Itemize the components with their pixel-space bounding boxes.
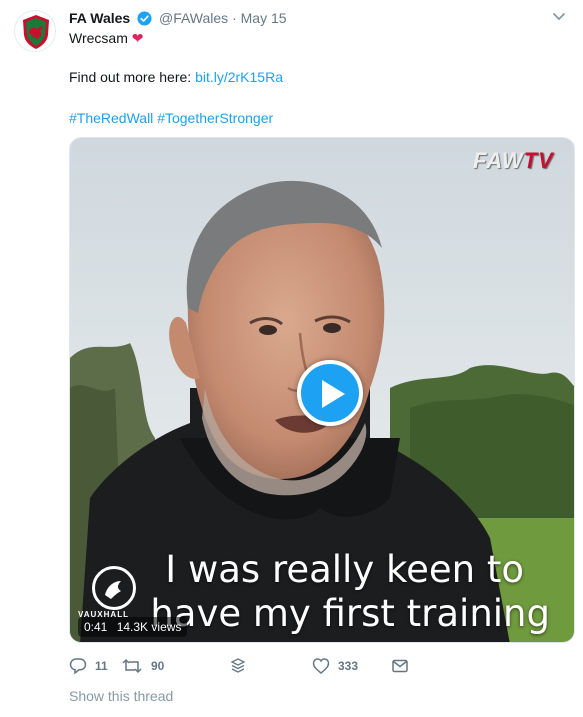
heart-emoji: ❤ [131,30,144,46]
retweet-count: 90 [151,659,165,673]
hashtag-the-red-wall[interactable]: #TheRedWall [69,110,153,126]
tweet-card[interactable]: FA Wales @FAWales · May 15 Wrecsam ❤ Fin… [0,0,583,717]
brand-prefix: FAW [473,148,524,173]
reply-icon [69,658,87,675]
like-icon [312,658,330,674]
tweet-actions: 11 90 333 [69,655,575,677]
like-action[interactable]: 333 [312,655,358,677]
reply-count: 11 [95,659,108,673]
show-thread-link[interactable]: Show this thread [69,688,173,704]
avatar[interactable] [14,10,56,52]
link-intro-text: Find out more here: [69,69,192,85]
hashtag-together-stronger[interactable]: #TogetherStronger [157,110,273,126]
video-player[interactable]: FAWTV I was really keen to have my first… [69,137,575,643]
verified-badge-icon [137,11,152,26]
author-handle[interactable]: @FAWales [159,10,228,26]
video-meta-badge: 0:41 14.3K views [78,617,188,637]
fa-wales-crest-icon [23,15,49,49]
video-views: 14.3K views [116,620,182,634]
play-button[interactable] [297,360,363,426]
stack-icon [230,658,246,673]
retweet-icon [122,658,142,674]
tweet-text-line1: Wrecsam ❤ [69,29,143,47]
reply-action[interactable]: 11 [69,655,108,677]
tweet-text-line2: Find out more here: bit.ly/2rK15Ra [69,68,283,86]
caret-down-icon[interactable] [552,12,566,22]
direct-message-action[interactable] [391,655,409,677]
fawtv-logo: FAWTV [473,148,554,174]
tweet-header: FA Wales @FAWales · May 15 [69,9,287,27]
author-name[interactable]: FA Wales [69,10,130,26]
video-duration: 0:41 [84,620,108,634]
like-count: 333 [338,659,359,673]
sponsor-logo-icon [92,566,136,610]
tweet-link[interactable]: bit.ly/2rK15Ra [195,69,283,85]
header-separator: · [232,10,237,26]
stack-action[interactable] [229,655,247,677]
tweet-timestamp[interactable]: May 15 [241,10,287,26]
play-icon [322,380,345,408]
tweet-hashtags: #TheRedWall #TogetherStronger [69,109,273,127]
retweet-action[interactable]: 90 [121,655,164,677]
video-caption-line1: I was really keen to [165,548,524,591]
direct-message-icon [392,659,408,673]
sponsor-griffin-icon [105,581,121,599]
tweet-text: Wrecsam [69,30,128,46]
brand-suffix: TV [523,148,554,173]
